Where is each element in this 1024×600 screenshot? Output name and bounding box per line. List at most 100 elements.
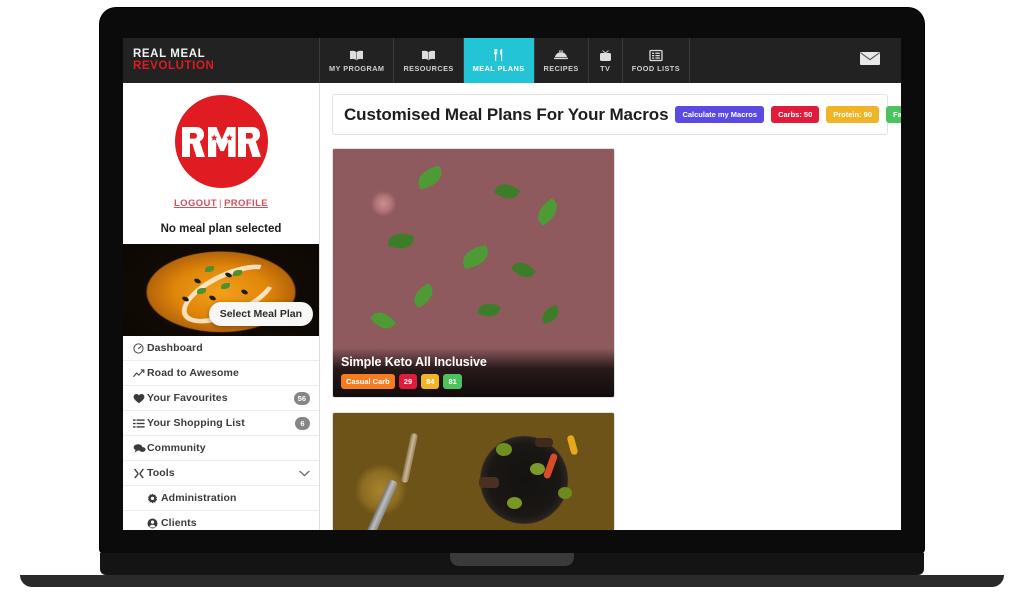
auth-links: LOGOUT | PROFILE bbox=[174, 198, 268, 209]
tools-wrench-icon bbox=[133, 468, 147, 479]
basil-leaf bbox=[460, 245, 492, 270]
nav-label: MEAL PLANS bbox=[472, 64, 525, 73]
nav-label: RESOURCES bbox=[403, 64, 454, 73]
sidebar-item-dashboard[interactable]: Dashboard bbox=[123, 336, 319, 361]
sidebar-item-road-to-awesome[interactable]: Road to Awesome bbox=[123, 361, 319, 386]
soup-herb bbox=[232, 269, 242, 276]
list-grid-icon bbox=[649, 48, 663, 62]
olive bbox=[495, 442, 512, 456]
meal-plan-card[interactable]: Simple Keto All Inclusive Casual Carb 29… bbox=[332, 148, 615, 398]
messages-button[interactable] bbox=[839, 38, 901, 83]
sidebar-item-label: Dashboard bbox=[147, 342, 203, 354]
rmr-logo[interactable] bbox=[174, 95, 268, 188]
red-pepper-strip bbox=[542, 452, 558, 480]
sidebar-item-your-shopping-list[interactable]: Your Shopping List 6 bbox=[123, 411, 319, 436]
main-content: Customised Meal Plans For Your Macros Ca… bbox=[320, 83, 901, 530]
carbs-badge: 29 bbox=[398, 374, 418, 389]
diet-type-badge: Casual Carb bbox=[341, 374, 395, 389]
sidebar-item-community[interactable]: Community bbox=[123, 436, 319, 461]
sidebar-item-tools[interactable]: Tools bbox=[123, 461, 319, 486]
nav-item-recipes[interactable]: RECIPES bbox=[535, 38, 589, 83]
card-badges: Casual Carb 29 84 81 bbox=[341, 374, 606, 389]
gear-icon bbox=[147, 493, 161, 504]
sidebar-logo-block: LOGOUT | PROFILE bbox=[123, 83, 319, 215]
sidebar-item-your-favourites[interactable]: Your Favourites 56 bbox=[123, 386, 319, 411]
calculate-macros-button[interactable]: Calculate my Macros bbox=[675, 106, 765, 123]
meal-plan-card[interactable]: Simple Keto Beginner Fasting Casual Carb… bbox=[332, 412, 615, 530]
meal-plan-hero-image[interactable]: Select Meal Plan bbox=[123, 244, 319, 336]
sidebar-item-label: Your Favourites bbox=[147, 392, 228, 404]
meal-plan-status: No meal plan selected bbox=[160, 223, 282, 235]
protein-badge: 84 bbox=[421, 374, 440, 389]
basil-leaf bbox=[415, 164, 446, 190]
meal-plan-card-grid: Simple Keto All Inclusive Casual Carb 29… bbox=[332, 148, 888, 530]
page-title: Customised Meal Plans For Your Macros bbox=[344, 104, 669, 124]
nav-label: FOOD LISTS bbox=[631, 64, 681, 73]
olive bbox=[507, 497, 523, 510]
basil-leaf bbox=[493, 179, 521, 204]
list-icon bbox=[133, 418, 147, 429]
nav-item-food-lists[interactable]: FOOD LISTS bbox=[623, 38, 691, 83]
basil-leaf bbox=[510, 257, 536, 283]
carbs-badge[interactable]: Carbs: 50 bbox=[771, 106, 820, 123]
basil-leaf bbox=[409, 282, 437, 309]
page-body: LOGOUT | PROFILE No meal plan selected S… bbox=[123, 83, 901, 530]
logout-link[interactable]: LOGOUT bbox=[174, 198, 217, 209]
laptop-trackpad-notch bbox=[450, 553, 574, 566]
heart-icon bbox=[133, 393, 147, 404]
sidebar-item-label: Your Shopping List bbox=[147, 417, 245, 429]
sidebar-item-label: Community bbox=[147, 442, 206, 454]
beef-strip bbox=[535, 437, 554, 447]
sidebar-item-label: Road to Awesome bbox=[147, 367, 239, 379]
beef-strip bbox=[479, 477, 500, 489]
book-open-icon bbox=[349, 48, 364, 62]
basil-leaf bbox=[539, 304, 562, 325]
fork-knife-icon bbox=[492, 48, 505, 62]
sidebar-item-administration[interactable]: Administration bbox=[123, 486, 319, 511]
olive bbox=[529, 462, 545, 475]
select-meal-plan-button[interactable]: Select Meal Plan bbox=[208, 302, 313, 326]
chef-cloche-icon bbox=[553, 48, 569, 62]
top-navigation-bar: REAL MEAL REVOLUTION MY PROGRAM RESOURCE… bbox=[123, 38, 901, 83]
sidebar-item-label: Administration bbox=[161, 492, 237, 504]
spoon-handle bbox=[355, 479, 399, 530]
site-logo[interactable]: REAL MEAL REVOLUTION bbox=[123, 38, 320, 83]
laptop-mockup: REAL MEAL REVOLUTION MY PROGRAM RESOURCE… bbox=[0, 0, 1024, 600]
fat-badge: 81 bbox=[443, 374, 462, 389]
laptop-foot bbox=[20, 575, 1004, 587]
nav-item-tv[interactable]: TV bbox=[589, 38, 623, 83]
soup-herb bbox=[221, 282, 230, 289]
brand-line-2: REVOLUTION bbox=[133, 60, 215, 72]
basil-leaf bbox=[387, 230, 415, 253]
shopping-list-count-badge: 6 bbox=[295, 416, 310, 430]
nav-label: TV bbox=[600, 64, 611, 73]
page-header-bar: Customised Meal Plans For Your Macros Ca… bbox=[332, 94, 901, 135]
sidebar-item-clients[interactable]: Clients bbox=[123, 511, 319, 530]
sidebar: LOGOUT | PROFILE No meal plan selected S… bbox=[123, 83, 320, 530]
protein-badge[interactable]: Protein: 90 bbox=[826, 106, 880, 123]
profile-link[interactable]: PROFILE bbox=[224, 198, 268, 209]
dashboard-gauge-icon bbox=[133, 342, 147, 354]
tv-icon bbox=[598, 48, 613, 62]
nav-label: MY PROGRAM bbox=[329, 64, 385, 73]
fat-badge[interactable]: Fat: 80 bbox=[886, 106, 901, 123]
basil-leaf bbox=[477, 299, 501, 320]
brand-line-1: REAL MEAL bbox=[133, 48, 206, 60]
wooden-handle bbox=[400, 432, 419, 484]
chart-line-icon bbox=[133, 368, 147, 379]
browser-viewport: REAL MEAL REVOLUTION MY PROGRAM RESOURCE… bbox=[123, 38, 901, 530]
sidebar-item-label: Clients bbox=[161, 517, 197, 529]
sidebar-item-label: Tools bbox=[147, 467, 175, 479]
olive bbox=[557, 487, 572, 500]
basil-leaf bbox=[533, 197, 563, 226]
chat-bubbles-icon bbox=[133, 443, 147, 454]
envelope-icon bbox=[859, 51, 881, 71]
basil-leaf bbox=[370, 307, 397, 334]
nav-item-resources[interactable]: RESOURCES bbox=[394, 38, 464, 83]
card-overlay: Simple Keto All Inclusive Casual Carb 29… bbox=[333, 348, 614, 397]
yellow-pepper-strip bbox=[566, 434, 579, 456]
nav-item-my-program[interactable]: MY PROGRAM bbox=[320, 38, 395, 83]
nav-item-meal-plans[interactable]: MEAL PLANS bbox=[463, 38, 535, 83]
nav-label: RECIPES bbox=[543, 64, 579, 73]
